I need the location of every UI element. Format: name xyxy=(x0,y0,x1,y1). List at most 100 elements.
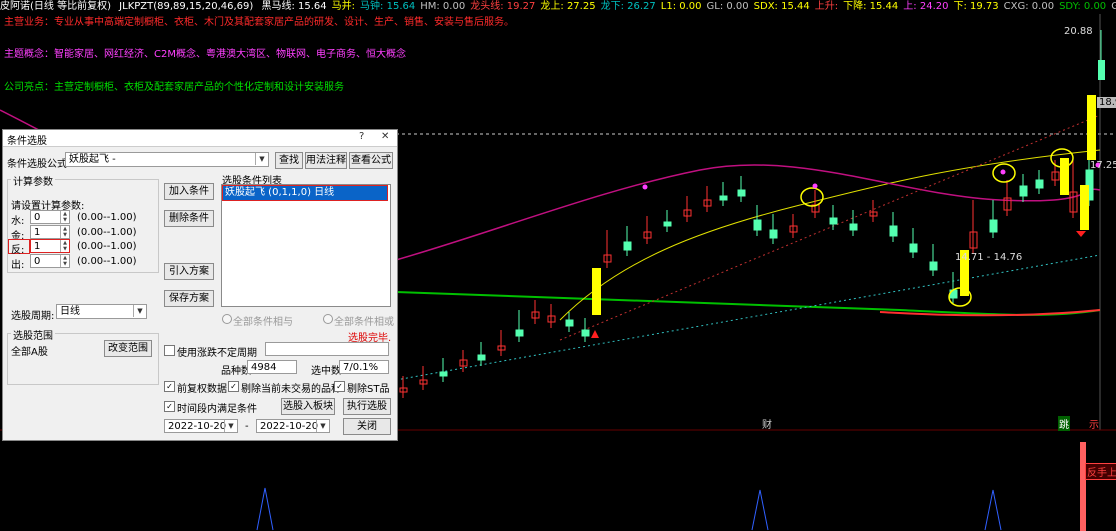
date-to-input[interactable]: 2022-10-20 ▼ xyxy=(256,419,330,433)
chevron-down-icon[interactable]: ▼ xyxy=(255,153,268,165)
to-block-button[interactable]: 选股入板块 xyxy=(281,398,335,415)
view-formula-button[interactable]: 查看公式 xyxy=(349,152,393,169)
period-select[interactable]: 日线 ▼ xyxy=(56,304,147,319)
candle-body xyxy=(829,217,838,225)
params-group-title: 计算参数 xyxy=(11,173,55,188)
add-condition-button[interactable]: 加入条件 xyxy=(164,183,214,200)
indicator-value: 马并: xyxy=(331,1,356,12)
period-value: 日线 xyxy=(60,306,80,317)
param-range-out: (0.00--1.00) xyxy=(77,256,137,267)
pre-adjust-checkbox[interactable]: ✓ xyxy=(164,381,175,392)
indicator-value: 龙上: 27.25 xyxy=(540,1,596,12)
trend-cyan xyxy=(395,254,1101,381)
indicator-formula[interactable]: JLKPZT(89,89,15,20,46,69) xyxy=(119,1,253,12)
spinner-icon[interactable]: ▲ ▼ xyxy=(60,255,69,267)
marker-dot xyxy=(1000,169,1006,175)
high-price-label: 20.88 xyxy=(1064,26,1093,37)
buy-arrow xyxy=(591,330,599,338)
spinner-icon[interactable]: ▲ ▼ xyxy=(60,240,69,252)
notice-mark: 示 xyxy=(1089,420,1099,431)
usage-button[interactable]: 用法注释 xyxy=(305,152,347,169)
condition-list-item[interactable]: 妖股起飞 (0,1,1,0) 日线 xyxy=(222,185,388,201)
signal-bar xyxy=(1080,185,1089,230)
indicator-value: 龙头线: 19.27 xyxy=(470,1,536,12)
selected-field: 7/0.1% xyxy=(339,360,389,374)
candle-body xyxy=(909,243,918,253)
range-value: 全部A股 xyxy=(11,347,48,358)
mid-price-label: 17.25 xyxy=(1090,160,1116,171)
dialog-titlebar[interactable]: 条件选股 ? ✕ xyxy=(3,130,397,147)
finance-mark: 财 xyxy=(762,420,772,431)
change-range-button[interactable]: 改变范围 xyxy=(104,340,152,357)
indicator-value: 马钟: 15.64 xyxy=(360,1,416,12)
candle-body xyxy=(477,354,486,361)
candle-body xyxy=(753,219,762,231)
sell-arrow xyxy=(1076,231,1086,237)
selected-value: 7/0.1% xyxy=(343,362,379,373)
candle-body xyxy=(663,221,672,227)
candle-body xyxy=(929,261,938,271)
candle-body xyxy=(1035,179,1044,189)
indicator-bar: 皮阿诺(日线 等比前复权) JLKPZT(89,89,15,20,46,69) … xyxy=(0,0,1116,14)
spinner-icon[interactable]: ▲ ▼ xyxy=(60,226,69,238)
volume-bar xyxy=(1080,442,1086,531)
execute-button[interactable]: 执行选股 xyxy=(343,398,391,415)
volume-spike xyxy=(751,489,769,531)
date-from-input[interactable]: 2022-10-20 ▼ xyxy=(164,419,238,433)
remove-no-trade-checkbox[interactable]: ✓ xyxy=(228,381,239,392)
chevron-down-icon[interactable]: ▼ xyxy=(133,305,146,317)
candle-body xyxy=(1019,185,1028,197)
param-range-gold: (0.00--1.00) xyxy=(77,227,137,238)
delete-condition-button[interactable]: 删除条件 xyxy=(164,210,214,227)
irregular-period-input[interactable] xyxy=(265,342,389,356)
find-button[interactable]: 查找 xyxy=(275,152,303,169)
save-scheme-button[interactable]: 保存方案 xyxy=(164,290,214,307)
range-group-title: 选股范围 xyxy=(11,327,55,342)
ma-yellow xyxy=(559,149,1101,321)
chevron-down-icon[interactable]: ▼ xyxy=(224,420,237,432)
indicator-value: CXG: 0.00 xyxy=(1003,1,1055,12)
spinner-icon[interactable]: ▲ ▼ xyxy=(60,211,69,223)
param-input-water[interactable]: 0 ▲ ▼ xyxy=(30,210,70,224)
param-value-reverse: 1 xyxy=(34,241,41,252)
stock-title[interactable]: 皮阿诺(日线 等比前复权) xyxy=(0,1,111,12)
param-input-gold[interactable]: 1 ▲ ▼ xyxy=(30,225,70,239)
signal-bar xyxy=(1060,158,1069,195)
indicator-value: GSD: 0.00 xyxy=(1111,1,1116,12)
param-range-reverse: (0.00--1.00) xyxy=(77,241,137,252)
trend-red xyxy=(559,114,1101,341)
concept-info: 主题概念：智能家居、网红经济、C2M概念、粤港澳大湾区、物联网、电子商务、恒大概… xyxy=(4,49,406,60)
formula-value: 妖股起飞 - xyxy=(69,154,116,165)
close-icon[interactable]: ✕ xyxy=(381,131,389,142)
remove-st-checkbox[interactable]: ✓ xyxy=(334,381,345,392)
candle-body xyxy=(581,329,590,337)
radio-and-label: 全部条件相与 xyxy=(233,317,293,328)
indicator-value: 黑马线: 15.64 xyxy=(261,1,327,12)
range-price-label: 14.71 - 14.76 xyxy=(955,252,1023,263)
param-value-gold: 1 xyxy=(34,227,41,238)
close-button[interactable]: 关闭 xyxy=(343,418,391,435)
param-input-reverse[interactable]: 1 ▲ ▼ xyxy=(30,239,70,253)
radio-or[interactable] xyxy=(323,314,333,324)
radio-and[interactable] xyxy=(222,314,232,324)
candle-body xyxy=(515,329,524,337)
condition-list[interactable]: 妖股起飞 (0,1,1,0) 日线 xyxy=(221,184,391,307)
param-value-water: 0 xyxy=(34,212,41,223)
indicator-value: 上: 24.20 xyxy=(903,1,949,12)
help-icon[interactable]: ? xyxy=(359,131,364,142)
indicator-value: HM: 0.00 xyxy=(420,1,466,12)
time-range-checkbox[interactable]: ✓ xyxy=(164,401,175,412)
business-info: 主营业务：专业从事中高端定制橱柜、衣柜、木门及其配套家居产品的研发、设计、生产、… xyxy=(4,17,514,28)
param-input-out[interactable]: 0 ▲ ▼ xyxy=(30,254,70,268)
date-separator: - xyxy=(245,421,249,432)
marker-dot xyxy=(642,184,648,190)
time-range-label: 时间段内满足条件 xyxy=(177,404,257,415)
import-scheme-button[interactable]: 引入方案 xyxy=(164,263,214,280)
indicator-value: SDX: 15.44 xyxy=(753,1,810,12)
chevron-down-icon[interactable]: ▼ xyxy=(316,420,329,432)
candle-body xyxy=(989,219,998,233)
formula-combo[interactable]: 妖股起飞 - ▼ xyxy=(65,152,269,167)
irregular-period-checkbox[interactable] xyxy=(164,345,175,356)
volume-spike xyxy=(984,489,1002,531)
selected-label: 选中数 xyxy=(311,366,341,377)
